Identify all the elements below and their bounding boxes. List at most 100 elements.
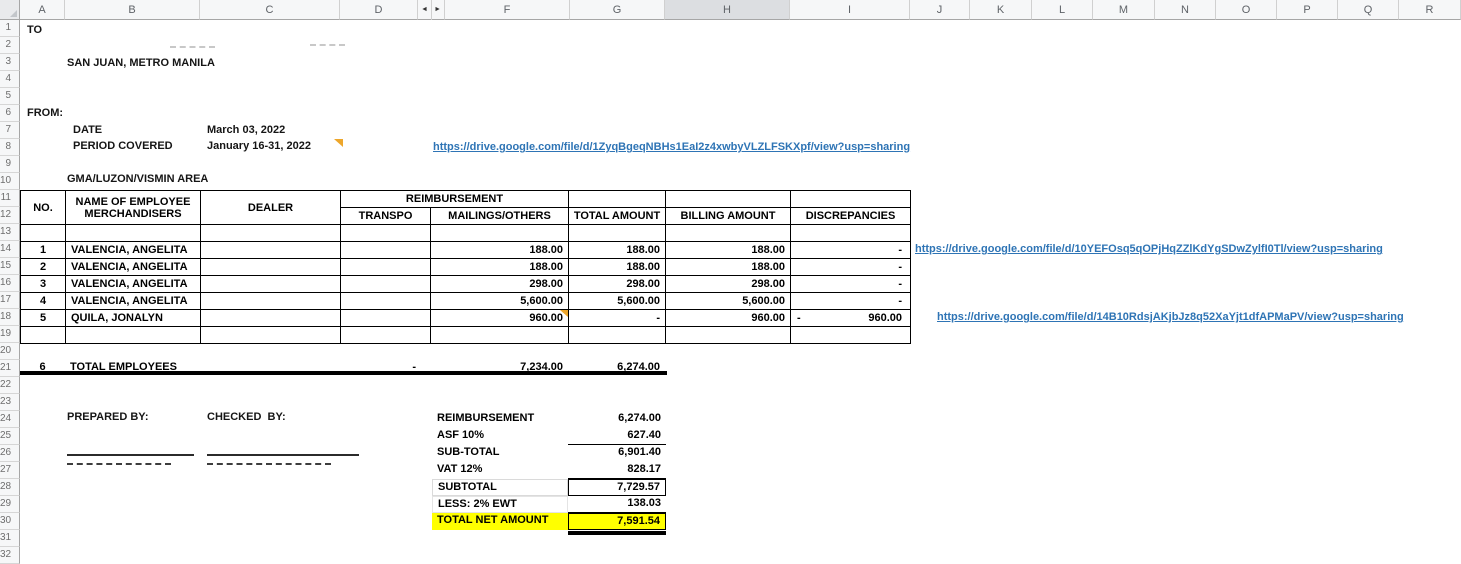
- cell-employee-name[interactable]: QUILA, JONALYN: [65, 309, 201, 327]
- empty-cell[interactable]: [665, 190, 792, 208]
- column-header-g[interactable]: G: [570, 0, 665, 20]
- cell-billing-amount[interactable]: 188.00: [665, 258, 792, 276]
- empty-cell[interactable]: [665, 358, 790, 375]
- empty-cell[interactable]: [20, 326, 66, 344]
- cell-dealer[interactable]: [200, 275, 341, 293]
- row-header[interactable]: 27: [0, 462, 20, 479]
- cell-period-label[interactable]: PERIOD COVERED: [73, 140, 173, 153]
- row-header[interactable]: 7: [0, 122, 20, 139]
- cell-total-amount[interactable]: 188.00: [568, 241, 667, 259]
- cell-billing-amount[interactable]: 5,600.00: [665, 292, 792, 310]
- cell-mailings[interactable]: 188.00: [429, 241, 570, 259]
- summary-label[interactable]: LESS: 2% EWT: [432, 496, 568, 513]
- header-transpo[interactable]: TRANSPO: [340, 207, 431, 225]
- empty-cell[interactable]: [568, 190, 667, 208]
- cell-mailings[interactable]: 188.00: [429, 258, 570, 276]
- cell-discrepancies[interactable]: -: [790, 275, 912, 293]
- cell-billing-amount[interactable]: 960.00: [665, 309, 792, 327]
- row-header[interactable]: 9: [0, 156, 20, 173]
- column-header-l[interactable]: L: [1032, 0, 1093, 20]
- row-header[interactable]: 12: [0, 207, 20, 224]
- summary-label[interactable]: VAT 12%: [432, 462, 568, 479]
- header-mailings[interactable]: MAILINGS/OTHERS: [429, 207, 570, 225]
- cell-dealer[interactable]: [200, 309, 341, 327]
- empty-cell[interactable]: [665, 326, 792, 344]
- row-header[interactable]: 24: [0, 411, 20, 428]
- cell-employee-name[interactable]: VALENCIA, ANGELITA: [65, 241, 201, 259]
- pane-split-arrows[interactable]: ◄ ►: [418, 0, 445, 20]
- empty-cell[interactable]: [65, 326, 201, 344]
- row-header[interactable]: 20: [0, 343, 20, 360]
- empty-cell[interactable]: [340, 326, 431, 344]
- header-name[interactable]: NAME OF EMPLOYEE MERCHANDISERS: [65, 190, 201, 225]
- period-drive-link[interactable]: https://drive.google.com/file/d/1ZyqBgeq…: [433, 141, 910, 154]
- row-header[interactable]: 4: [0, 71, 20, 88]
- column-header-o[interactable]: O: [1216, 0, 1277, 20]
- empty-cell[interactable]: [200, 224, 341, 242]
- cell-mailings[interactable]: 960.00: [429, 309, 570, 327]
- row-header[interactable]: 13: [0, 224, 20, 241]
- column-header-d[interactable]: D: [340, 0, 418, 20]
- row-header[interactable]: 30: [0, 513, 20, 530]
- column-header-b[interactable]: B: [65, 0, 200, 20]
- row-header[interactable]: 19: [0, 326, 20, 343]
- cell-discrepancies[interactable]: -: [790, 292, 912, 310]
- summary-value[interactable]: 627.40: [568, 428, 666, 445]
- row-header[interactable]: 21: [0, 360, 20, 377]
- cell-total-amount[interactable]: -: [568, 309, 667, 327]
- empty-cell[interactable]: [568, 326, 667, 344]
- row-header[interactable]: 25: [0, 428, 20, 445]
- header-dealer[interactable]: DEALER: [200, 190, 341, 225]
- header-total-amount[interactable]: TOTAL AMOUNT: [568, 207, 667, 225]
- header-discrepancies[interactable]: DISCREPANCIES: [790, 207, 912, 225]
- select-all-corner[interactable]: [0, 0, 20, 20]
- row5-drive-link[interactable]: https://drive.google.com/file/d/14B10Rds…: [937, 311, 1404, 324]
- cell-to-label[interactable]: TO: [27, 24, 42, 37]
- cell-employee-name[interactable]: VALENCIA, ANGELITA: [65, 258, 201, 276]
- row-header[interactable]: 29: [0, 496, 20, 513]
- row-header[interactable]: 23: [0, 394, 20, 411]
- cell-billing-amount[interactable]: 188.00: [665, 241, 792, 259]
- summary-value[interactable]: 6,274.00: [568, 411, 666, 428]
- summary-label[interactable]: SUBTOTAL: [432, 479, 568, 496]
- cell-dealer[interactable]: [200, 292, 341, 310]
- cell-transpo[interactable]: [340, 258, 431, 276]
- empty-cell[interactable]: [790, 358, 910, 375]
- header-no[interactable]: NO.: [20, 190, 66, 225]
- row-header[interactable]: 31: [0, 530, 20, 547]
- cell-transpo[interactable]: [340, 275, 431, 293]
- row-header[interactable]: 18: [0, 309, 20, 326]
- cell-transpo[interactable]: [340, 241, 431, 259]
- cell-transpo[interactable]: [340, 309, 431, 327]
- cell-date-label[interactable]: DATE: [73, 124, 102, 137]
- summary-value[interactable]: 7,729.57: [568, 479, 666, 496]
- cell-total-amount[interactable]: 188.00: [568, 258, 667, 276]
- empty-cell[interactable]: [429, 224, 570, 242]
- row-header[interactable]: 6: [0, 105, 20, 122]
- column-header-i[interactable]: I: [790, 0, 910, 20]
- cell-total-amount[interactable]: 5,600.00: [568, 292, 667, 310]
- cell-dealer[interactable]: [200, 258, 341, 276]
- summary-label[interactable]: TOTAL NET AMOUNT: [432, 513, 568, 530]
- cell-transpo[interactable]: [340, 292, 431, 310]
- column-header-r[interactable]: R: [1399, 0, 1461, 20]
- row-header[interactable]: 11: [0, 190, 20, 207]
- column-header-j[interactable]: J: [910, 0, 970, 20]
- row-header[interactable]: 17: [0, 292, 20, 309]
- empty-cell[interactable]: [340, 224, 431, 242]
- column-header-c[interactable]: C: [200, 0, 340, 20]
- empty-cell[interactable]: [790, 326, 912, 344]
- cell-dealer[interactable]: [200, 241, 341, 259]
- row-header[interactable]: 32: [0, 547, 20, 564]
- column-header-m[interactable]: M: [1093, 0, 1155, 20]
- empty-cell[interactable]: [65, 224, 201, 242]
- row-header[interactable]: 2: [0, 37, 20, 54]
- pane-arrow-left-icon[interactable]: ◄: [421, 6, 428, 13]
- summary-value[interactable]: 6,901.40: [568, 445, 666, 462]
- row-header[interactable]: 14: [0, 241, 20, 258]
- summary-label[interactable]: REIMBURSEMENT: [432, 411, 568, 428]
- cell-total-amount[interactable]: 298.00: [568, 275, 667, 293]
- column-header-k[interactable]: K: [970, 0, 1032, 20]
- row-header[interactable]: 8: [0, 139, 20, 156]
- cell-area-title[interactable]: GMA/LUZON/VISMIN AREA: [67, 173, 208, 186]
